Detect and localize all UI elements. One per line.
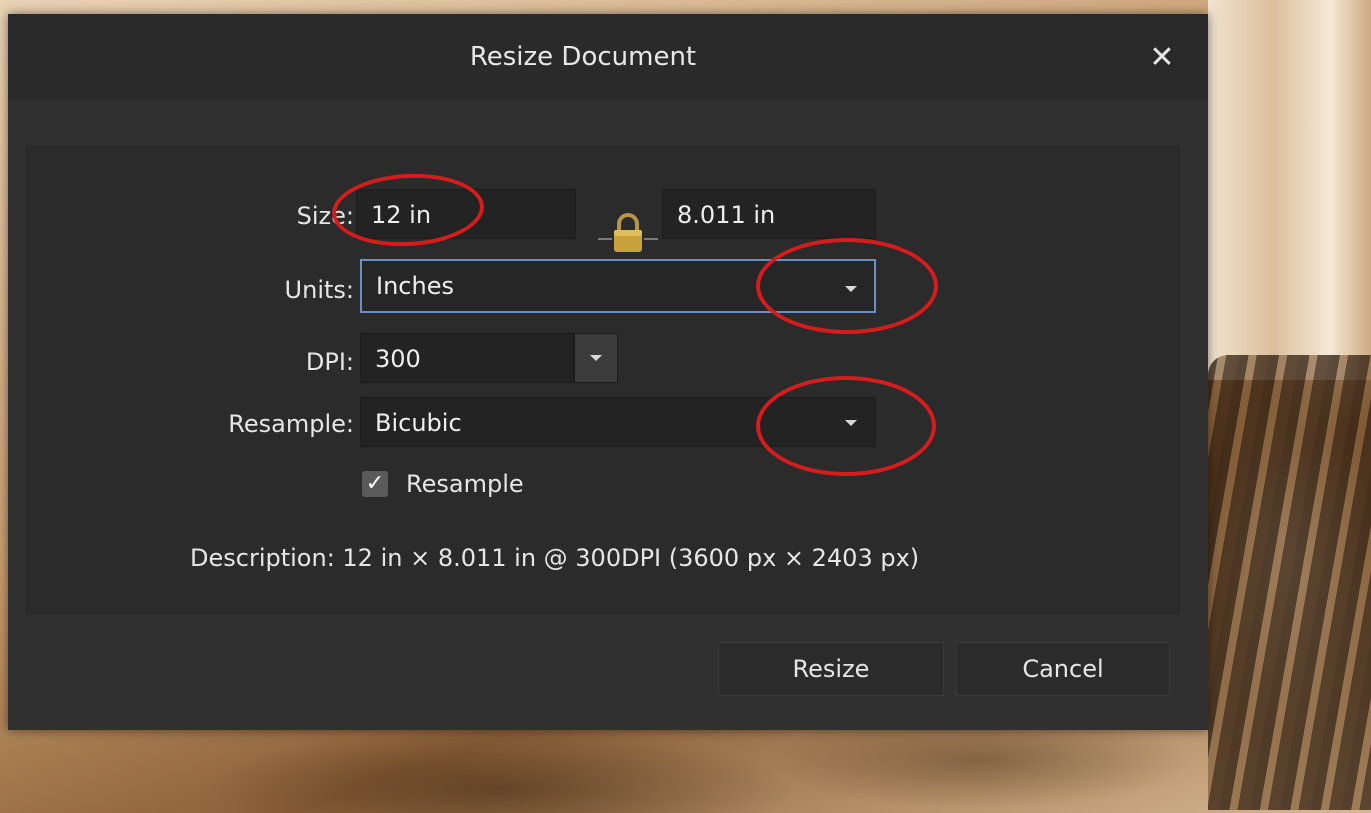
resize-document-dialog: Resize Document ✕ Size: 12 in 8.011 in U… xyxy=(8,14,1208,730)
dialog-titlebar: Resize Document ✕ xyxy=(8,14,1208,100)
lock-icon[interactable] xyxy=(598,209,658,254)
resample-label: Resample: xyxy=(228,410,354,438)
chevron-down-icon xyxy=(590,355,602,361)
cancel-button[interactable]: Cancel xyxy=(956,642,1170,696)
units-label: Units: xyxy=(284,276,354,304)
resample-checkbox-label: Resample xyxy=(406,470,524,498)
background-photo-petals xyxy=(1208,355,1371,810)
description-text: Description: 12 in × 8.011 in @ 300DPI (… xyxy=(190,544,920,572)
dialog-title: Resize Document xyxy=(469,42,697,72)
background-photo-highlight xyxy=(1208,0,1371,380)
height-field[interactable]: 8.011 in xyxy=(662,189,876,239)
resize-button[interactable]: Resize xyxy=(718,642,944,696)
annotation-circle-resample xyxy=(756,376,936,476)
close-icon[interactable]: ✕ xyxy=(1144,40,1180,76)
resample-checkbox[interactable]: ✓ xyxy=(362,471,388,497)
dpi-field[interactable]: 300 xyxy=(360,333,574,383)
annotation-circle-units xyxy=(756,238,938,334)
dpi-label: DPI: xyxy=(305,348,354,376)
